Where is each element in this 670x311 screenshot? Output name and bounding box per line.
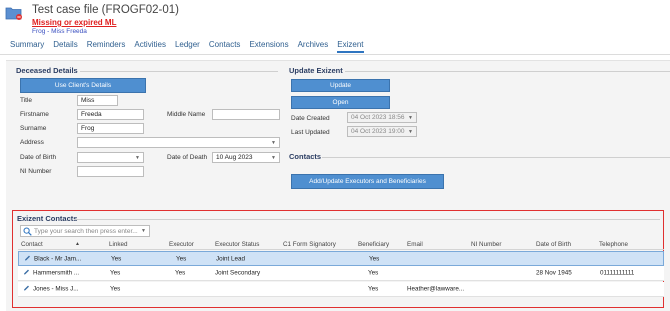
use-client-details-button[interactable]: Use Client's Details — [20, 78, 146, 93]
contacts-search[interactable]: Type your search then press enter... ▼ — [20, 225, 150, 237]
case-folder-icon — [5, 6, 22, 20]
chevron-down-icon: ▼ — [408, 128, 413, 135]
executor-status-value: Joint Secondary — [215, 269, 261, 277]
firstname-label: Firstname — [20, 111, 49, 118]
linked-value: Yes — [111, 255, 122, 262]
beneficiary-value: Yes — [368, 285, 379, 293]
column-header-linked[interactable]: Linked — [109, 241, 128, 248]
edit-pencil-icon[interactable] — [23, 285, 30, 294]
ni-number-field[interactable] — [77, 166, 144, 177]
column-header-executor[interactable]: Executor — [169, 241, 194, 248]
ni-number-label: NI Number — [20, 168, 52, 175]
contacts-heading: Contacts — [289, 152, 322, 161]
chevron-down-icon: ▼ — [135, 154, 140, 161]
tab-divider — [0, 54, 670, 55]
tab-ledger[interactable]: Ledger — [175, 40, 200, 53]
date-of-birth-value: 28 Nov 1945 — [536, 269, 572, 277]
add-update-executors-button[interactable]: Add/Update Executors and Beneficiaries — [291, 174, 444, 189]
date-of-death-value: 10 Aug 2023 — [216, 154, 253, 161]
sort-ascending-icon[interactable]: ▲ — [75, 241, 80, 247]
email-value: Heather@lawware... — [407, 285, 465, 293]
date-of-birth-picker[interactable]: ▼ — [77, 152, 144, 163]
column-header-date-of-birth[interactable]: Date of Birth — [536, 241, 571, 248]
date-created-label: Date Created — [291, 115, 330, 122]
chevron-down-icon[interactable]: ▼ — [141, 228, 146, 234]
date-of-death-picker[interactable]: 10 Aug 2023 ▼ — [212, 152, 280, 163]
executor-status-value: Joint Lead — [216, 255, 246, 262]
table-row[interactable]: Jones - Miss J... Yes Yes Heather@lawwar… — [18, 282, 664, 297]
tab-exizent[interactable]: Exizent — [337, 40, 364, 53]
column-header-ni-number[interactable]: NI Number — [471, 241, 501, 248]
divider — [80, 71, 278, 72]
title-label: Title — [20, 97, 33, 104]
divider — [345, 71, 670, 72]
chevron-down-icon: ▼ — [408, 114, 413, 121]
column-header-c1-form-signatory[interactable]: C1 Form Signatory — [283, 241, 336, 248]
date-created-field: 04 Oct 2023 18:56 ▼ — [347, 112, 417, 123]
column-header-email[interactable]: Email — [407, 241, 423, 248]
contact-name: Jones - Miss J... — [33, 285, 79, 293]
page-title: Test case file (FROGF02-01) — [32, 4, 179, 16]
date-of-birth-label: Date of Birth — [20, 154, 57, 161]
linked-value: Yes — [110, 269, 121, 277]
update-exizent-heading: Update Exizent — [289, 66, 343, 75]
beneficiary-value: Yes — [368, 269, 379, 277]
middle-name-field[interactable] — [212, 109, 280, 120]
contacts-search-input[interactable]: Type your search then press enter... ▼ — [20, 225, 150, 237]
open-button[interactable]: Open — [291, 96, 390, 109]
middle-name-label: Middle Name — [167, 111, 206, 118]
deceased-details-heading: Deceased Details — [16, 66, 78, 75]
beneficiary-value: Yes — [369, 255, 380, 262]
firstname-field[interactable]: Freeda — [77, 109, 144, 120]
column-header-beneficiary[interactable]: Beneficiary — [358, 241, 389, 248]
search-placeholder: Type your search then press enter... — [34, 227, 138, 235]
contact-name: Black - Mr Jam... — [34, 255, 82, 262]
edit-pencil-icon[interactable] — [24, 254, 31, 263]
date-of-death-label: Date of Death — [167, 154, 208, 161]
update-button[interactable]: Update — [291, 79, 390, 92]
column-header-contact[interactable]: Contact — [21, 241, 43, 248]
client-name-link[interactable]: Frog - Miss Freeda — [32, 28, 87, 35]
column-header-executor-status[interactable]: Executor Status — [215, 241, 259, 248]
contacts-grid-header: Contact ▲ Linked Executor Executor Statu… — [18, 239, 664, 250]
tab-bar: Summary Details Reminders Activities Led… — [10, 40, 373, 53]
linked-value: Yes — [110, 285, 121, 293]
surname-field[interactable]: Frog — [77, 123, 144, 134]
tab-activities[interactable]: Activities — [134, 40, 166, 53]
exizent-contacts-heading: Exizent Contacts — [17, 214, 78, 223]
date-created-value: 04 Oct 2023 18:56 — [351, 114, 405, 121]
chevron-down-icon: ▼ — [271, 139, 276, 146]
tab-details[interactable]: Details — [53, 40, 77, 53]
telephone-value: 01111111111 — [600, 269, 635, 277]
tab-extensions[interactable]: Extensions — [249, 40, 288, 53]
executor-value: Yes — [176, 255, 187, 262]
column-header-telephone[interactable]: Telephone — [599, 241, 628, 248]
tab-contacts[interactable]: Contacts — [209, 40, 241, 53]
contact-name: Hammersmith ... — [33, 269, 80, 277]
tab-summary[interactable]: Summary — [10, 40, 44, 53]
last-updated-field: 04 Oct 2023 19:00 ▼ — [347, 126, 417, 137]
last-updated-label: Last Updated — [291, 129, 330, 136]
last-updated-value: 04 Oct 2023 19:00 — [351, 128, 405, 135]
edit-pencil-icon[interactable] — [23, 269, 30, 278]
title-field[interactable]: Miss — [77, 95, 118, 106]
table-row[interactable]: Hammersmith ... Yes Yes Joint Secondary … — [18, 266, 664, 281]
missing-ml-alert-link[interactable]: Missing or expired ML — [32, 18, 116, 27]
surname-label: Surname — [20, 125, 47, 132]
chevron-down-icon: ▼ — [271, 154, 276, 161]
divider — [75, 219, 660, 220]
search-icon — [23, 227, 32, 236]
address-label: Address — [20, 139, 44, 146]
executor-value: Yes — [175, 269, 186, 277]
tab-reminders[interactable]: Reminders — [87, 40, 126, 53]
divider — [322, 157, 670, 158]
address-dropdown[interactable]: ▼ — [77, 137, 280, 148]
table-row[interactable]: Black - Mr Jam... Yes Yes Joint Lead Yes — [18, 251, 664, 266]
tab-archives[interactable]: Archives — [298, 40, 329, 53]
